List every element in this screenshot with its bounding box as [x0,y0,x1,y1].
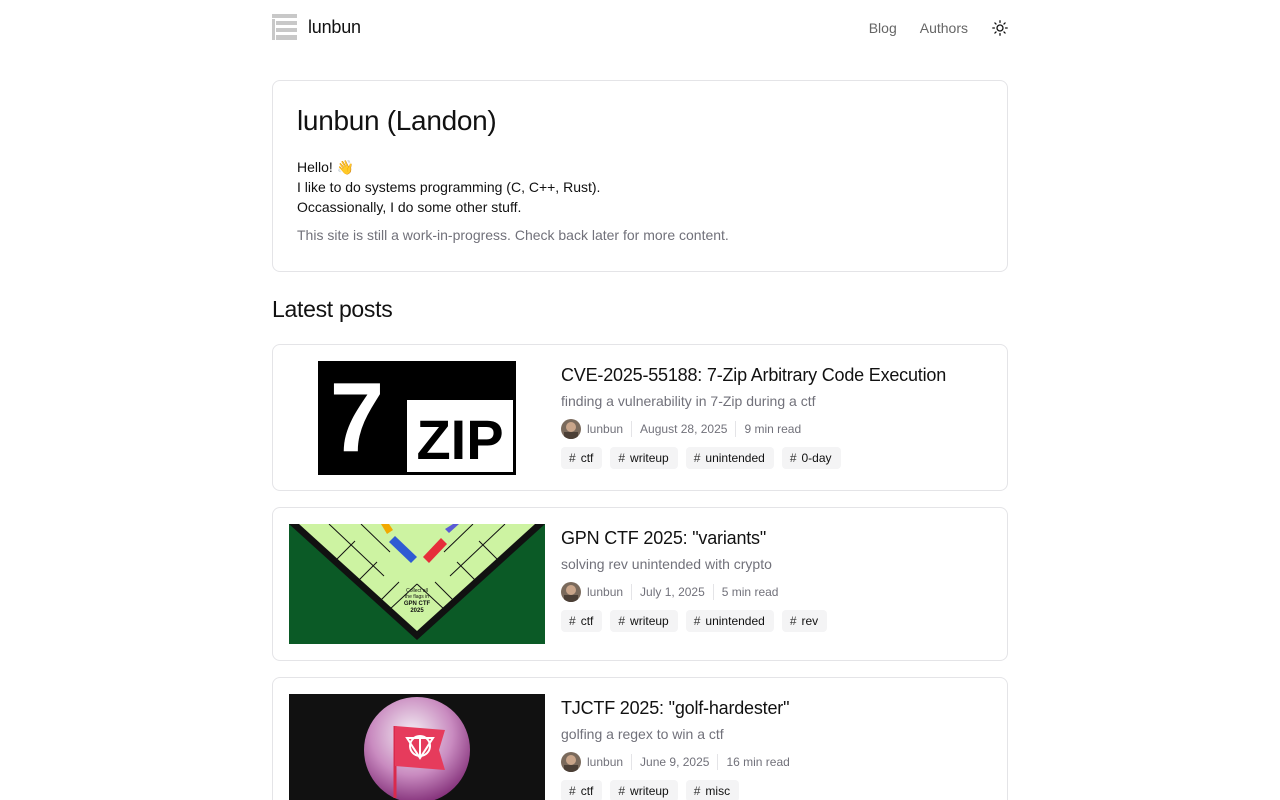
site-logo-link[interactable]: lunbun [272,14,361,40]
tag-label: writeup [630,784,669,798]
intro-line-1: Hello! 👋 [297,159,355,175]
tag-writeup[interactable]: # writeup [610,610,678,632]
post-card[interactable]: 7 ZIP CVE-2025-55188: 7-Zip Arbitrary Co… [272,344,1008,491]
intro-bio: Hello! 👋 I like to do systems programmin… [297,157,983,217]
post-tags: # ctf # writeup # unintended # rev [561,610,828,632]
post-description: finding a vulnerability in 7-Zip during … [561,393,816,409]
post-tags: # ctf # writeup # misc [561,780,790,800]
post-body: TJCTF 2025: "golf-hardester" golfing a r… [561,696,790,800]
hash-icon: # [693,451,701,465]
tag-ctf[interactable]: # ctf [561,447,603,469]
meta-divider [735,421,737,437]
tag-label: ctf [580,784,594,798]
hash-icon: # [618,614,626,628]
post-meta: lunbun June 9, 2025 16 min read [561,752,790,772]
post-date: June 9, 2025 [640,755,710,769]
tag-ctf[interactable]: # ctf [561,610,603,632]
latest-posts-heading: Latest posts [272,296,393,322]
post-body: GPN CTF 2025: "variants" solving rev uni… [561,526,828,632]
meta-divider [712,584,714,600]
post-author[interactable]: lunbun [587,422,623,436]
hash-icon: # [618,784,626,798]
tag-rev[interactable]: # rev [781,610,828,632]
post-read-time: 9 min read [744,422,802,436]
post-thumbnail-tjctf[interactable] [289,694,545,800]
post-card[interactable]: TJCTF 2025: "golf-hardester" golfing a r… [272,677,1008,800]
sun-icon[interactable] [992,20,1008,36]
board-corner-text-3: GPN CTF [404,601,431,607]
meta-divider [717,754,719,770]
post-body: CVE-2025-55188: 7-Zip Arbitrary Code Exe… [561,363,946,469]
hash-icon: # [693,784,701,798]
tag-unintended[interactable]: # unintended [685,447,774,469]
post-author[interactable]: lunbun [587,585,623,599]
tag-label: ctf [580,614,594,628]
post-tags: # ctf # writeup # unintended #0-day [561,447,946,469]
post-read-time: 5 min read [721,585,779,599]
hash-icon: # [789,451,797,465]
logo-icon [272,14,297,40]
hash-icon: # [693,614,701,628]
post-read-time: 16 min read [726,755,790,769]
tag-label: rev [801,614,819,628]
intro-line-3: Occassionally, I do some other stuff. [297,199,522,215]
tag-misc[interactable]: # misc [685,780,740,800]
hash-icon: # [569,451,576,465]
hash-icon: # [569,784,576,798]
nav-blog-link[interactable]: Blog [869,20,897,36]
tag-label: unintended [705,614,765,628]
monopoly-board-image: Collect all the flags in GPN CTF 2025 [289,524,545,644]
site-header: lunbun Blog Authors [272,14,1008,42]
hash-icon: # [789,614,797,628]
post-title-link[interactable]: GPN CTF 2025: "variants" [561,526,827,550]
post-card[interactable]: Collect all the flags in GPN CTF 2025 GP… [272,507,1008,661]
post-thumbnail-gpn[interactable]: Collect all the flags in GPN CTF 2025 [289,524,545,644]
nav-authors-link[interactable]: Authors [920,20,968,36]
post-description: golfing a regex to win a ctf [561,726,724,742]
board-corner-text-4: 2025 [410,608,424,614]
post-title-link[interactable]: CVE-2025-55188: 7-Zip Arbitrary Code Exe… [561,363,946,387]
meta-divider [631,584,633,600]
hash-icon: # [569,614,576,628]
tag-writeup[interactable]: # writeup [610,780,678,800]
author-avatar[interactable] [561,752,581,772]
tjctf-flag-image [289,694,545,800]
post-author[interactable]: lunbun [587,755,623,769]
tag-label: 0-day [801,451,832,465]
tag-writeup[interactable]: # writeup [610,447,678,469]
post-thumbnail-7zip[interactable]: 7 ZIP [289,361,545,475]
tag-label: writeup [630,451,669,465]
tag-label: ctf [580,451,594,465]
7zip-zip-text: ZIP [416,408,503,471]
board-corner-text-2: the flags in [405,594,429,600]
post-description: solving rev unintended with crypto [561,556,772,572]
post-date: August 28, 2025 [640,422,728,436]
post-meta: lunbun August 28, 2025 9 min read [561,419,946,439]
meta-divider [631,421,633,437]
tag-label: unintended [705,451,765,465]
author-avatar[interactable] [561,582,581,602]
hash-icon: # [618,451,626,465]
intro-title: lunbun (Landon) [297,105,497,136]
post-date: July 1, 2025 [640,585,705,599]
tag-label: misc [705,784,731,798]
post-meta: lunbun July 1, 2025 5 min read [561,582,827,602]
tag-ctf[interactable]: # ctf [561,780,603,800]
post-title-link[interactable]: TJCTF 2025: "golf-hardester" [561,696,790,720]
tag-unintended[interactable]: # unintended [685,610,774,632]
main-nav: Blog Authors [869,14,1008,42]
tag-label: writeup [630,614,669,628]
intro-line-2: I like to do systems programming (C, C++… [297,179,601,195]
intro-note: This site is still a work-in-progress. C… [297,227,729,243]
7zip-logo-image: 7 ZIP [289,361,545,475]
tag-0-day[interactable]: #0-day [781,447,841,469]
site-name: lunbun [308,16,361,37]
author-avatar[interactable] [561,419,581,439]
7zip-seven-text: 7 [330,362,385,472]
intro-card: lunbun (Landon) Hello! 👋 I like to do sy… [272,80,1008,272]
meta-divider [631,754,633,770]
